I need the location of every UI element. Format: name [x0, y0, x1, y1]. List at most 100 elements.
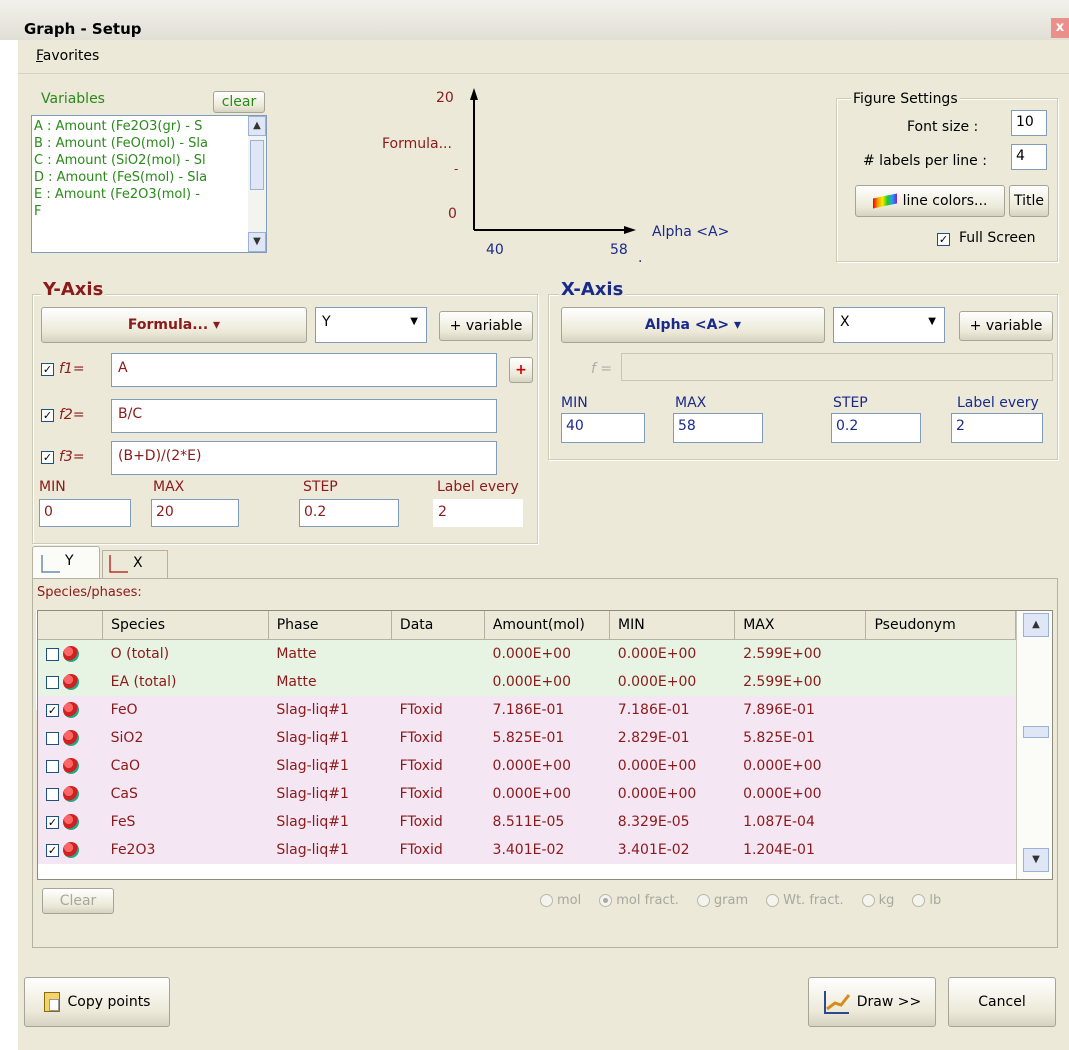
- table-row[interactable]: CaO Slag-liq#1 FToxid 0.000E+00 0.000E+00 0.0…: [38, 752, 1016, 780]
- font-size-input[interactable]: 10: [1011, 110, 1047, 136]
- f2-input[interactable]: B/C: [111, 399, 497, 433]
- y-min-input[interactable]: 0: [39, 499, 131, 527]
- table-row[interactable]: ✓ FeS Slag-liq#1 FToxid 8.511E-05 8.329E-05 1.…: [38, 808, 1016, 836]
- f1-input[interactable]: A: [111, 353, 497, 387]
- species-checkbox[interactable]: ✓: [46, 703, 59, 717]
- f1-checkbox[interactable]: ✓: [41, 363, 54, 376]
- cell-species: O (total): [110, 646, 170, 662]
- x-add-variable-button[interactable]: + variable: [959, 311, 1053, 341]
- x-label-every-input[interactable]: 2: [951, 413, 1043, 443]
- variables-list[interactable]: A : Amount (Fe2O3(gr) - SB : Amount (FeO…: [31, 115, 267, 253]
- f2-checkbox[interactable]: ✓: [41, 409, 54, 422]
- unit-radio-option[interactable]: kg: [861, 893, 894, 908]
- variable-item[interactable]: A : Amount (Fe2O3(gr) - S: [34, 118, 244, 135]
- y-add-variable-button[interactable]: + variable: [439, 311, 533, 341]
- copy-points-button[interactable]: Copy points: [24, 977, 170, 1027]
- row-select-cell: [38, 752, 103, 780]
- x-f-input[interactable]: [621, 353, 1053, 381]
- table-row[interactable]: ✓ Fe2O3 Slag-liq#1 FToxid 3.401E-02 3.401E-02…: [38, 836, 1016, 864]
- cell-pseudonym[interactable]: [866, 724, 1016, 752]
- cell-pseudonym[interactable]: [866, 696, 1016, 724]
- y-axis-select[interactable]: Y ▼: [315, 307, 427, 343]
- species-rows-scrollbar[interactable]: ▼: [1016, 640, 1052, 879]
- x-axis-tab-icon: [109, 555, 128, 573]
- species-checkbox[interactable]: [46, 647, 59, 661]
- close-icon[interactable]: x: [1051, 18, 1069, 38]
- column-header[interactable]: Phase: [268, 611, 392, 640]
- cell-amount: 0.000E+00: [492, 758, 572, 774]
- y-formula-button[interactable]: Formula... ▾: [41, 307, 307, 343]
- tab-y[interactable]: Y: [32, 546, 100, 580]
- line-colors-button[interactable]: line colors...: [855, 185, 1005, 217]
- scroll-down-icon[interactable]: ▼: [248, 232, 266, 252]
- column-header[interactable]: MIN: [609, 611, 736, 640]
- cell-pseudonym[interactable]: [866, 640, 1016, 668]
- y-label-every-input[interactable]: 2: [433, 499, 523, 527]
- variables-scrollbar[interactable]: ▲ ▼: [248, 116, 266, 252]
- cancel-button[interactable]: Cancel: [948, 977, 1056, 1027]
- species-checkbox[interactable]: [46, 759, 59, 773]
- cell-pseudonym[interactable]: [866, 752, 1016, 780]
- x-step-label: STEP: [833, 395, 868, 411]
- cell-pseudonym[interactable]: [866, 836, 1016, 864]
- y-max-label: MAX: [153, 479, 185, 495]
- variable-item[interactable]: E : Amount (Fe2O3(mol) -: [34, 186, 244, 203]
- variable-item[interactable]: C : Amount (SiO2(mol) - Sl: [34, 152, 244, 169]
- column-header-select: [38, 611, 104, 640]
- draw-chart-icon: [823, 991, 850, 1014]
- x-max-input[interactable]: 58: [673, 413, 763, 443]
- cell-min: 7.186E-01: [617, 702, 690, 718]
- full-screen-checkbox[interactable]: ✓: [937, 233, 950, 246]
- add-formula-button[interactable]: +: [509, 357, 533, 383]
- tab-x[interactable]: X: [102, 550, 168, 580]
- variable-item[interactable]: B : Amount (FeO(mol) - Sla: [34, 135, 244, 152]
- scroll-up-icon[interactable]: ▲: [1023, 613, 1049, 637]
- species-checkbox[interactable]: [46, 731, 59, 745]
- cell-pseudonym[interactable]: [866, 668, 1016, 696]
- species-checkbox[interactable]: [46, 675, 59, 689]
- preview-y-bottom: 0: [448, 206, 457, 222]
- scroll-down-icon[interactable]: ▼: [1023, 848, 1049, 872]
- unit-radio-option[interactable]: Wt. fract.: [766, 893, 844, 908]
- unit-radio-option[interactable]: gram: [696, 893, 749, 908]
- variable-item[interactable]: D : Amount (FeS(mol) - Sla: [34, 169, 244, 186]
- variables-clear-button[interactable]: clear: [213, 91, 265, 113]
- draw-button[interactable]: Draw >>: [808, 977, 936, 1027]
- cell-phase: Slag-liq#1: [276, 842, 349, 858]
- column-header[interactable]: Data: [391, 611, 485, 640]
- scroll-thumb[interactable]: [250, 140, 264, 190]
- unit-radio-option[interactable]: lb: [912, 893, 941, 908]
- scroll-up-icon[interactable]: ▲: [248, 116, 266, 136]
- x-step-input[interactable]: 0.2: [831, 413, 921, 443]
- x-axis-select[interactable]: X ▼: [833, 307, 945, 343]
- x-variable-button[interactable]: Alpha <A> ▾: [561, 307, 825, 343]
- y-max-input[interactable]: 20: [151, 499, 239, 527]
- column-header[interactable]: Pseudonym: [865, 611, 1016, 640]
- table-row[interactable]: CaS Slag-liq#1 FToxid 0.000E+00 0.000E+00 0.0…: [38, 780, 1016, 808]
- title-button[interactable]: Title: [1009, 185, 1049, 217]
- f3-checkbox[interactable]: ✓: [41, 451, 54, 464]
- cell-pseudonym[interactable]: [866, 808, 1016, 836]
- table-row[interactable]: O (total) Matte 0.000E+00 0.000E+00 2.599E+0…: [38, 640, 1016, 668]
- species-checkbox[interactable]: ✓: [46, 843, 59, 857]
- column-header[interactable]: MAX: [734, 611, 867, 640]
- menu-favorites[interactable]: Favorites: [36, 48, 99, 64]
- species-clear-button[interactable]: Clear: [42, 888, 114, 914]
- f3-input[interactable]: (B+D)/(2*E): [111, 441, 497, 475]
- unit-label: gram: [713, 893, 749, 908]
- species-checkbox[interactable]: ✓: [46, 815, 59, 829]
- column-header[interactable]: Amount(mol): [484, 611, 611, 640]
- y-step-input[interactable]: 0.2: [299, 499, 399, 527]
- column-header[interactable]: Species: [102, 611, 269, 640]
- species-checkbox[interactable]: [46, 787, 59, 801]
- labels-per-line-input[interactable]: 4: [1011, 144, 1047, 170]
- unit-radio-option[interactable]: mol fract.: [599, 893, 679, 908]
- table-row[interactable]: ✓ FeO Slag-liq#1 FToxid 7.186E-01 7.186E-01 7.…: [38, 696, 1016, 724]
- unit-radio-option[interactable]: mol: [540, 893, 581, 908]
- variable-item[interactable]: F: [34, 203, 244, 220]
- table-row[interactable]: SiO2 Slag-liq#1 FToxid 5.825E-01 2.829E-01 5.…: [38, 724, 1016, 752]
- table-row[interactable]: EA (total) Matte 0.000E+00 0.000E+00 2.599E+…: [38, 668, 1016, 696]
- scroll-thumb[interactable]: [1023, 726, 1049, 738]
- x-min-input[interactable]: 40: [561, 413, 645, 443]
- cell-pseudonym[interactable]: [866, 780, 1016, 808]
